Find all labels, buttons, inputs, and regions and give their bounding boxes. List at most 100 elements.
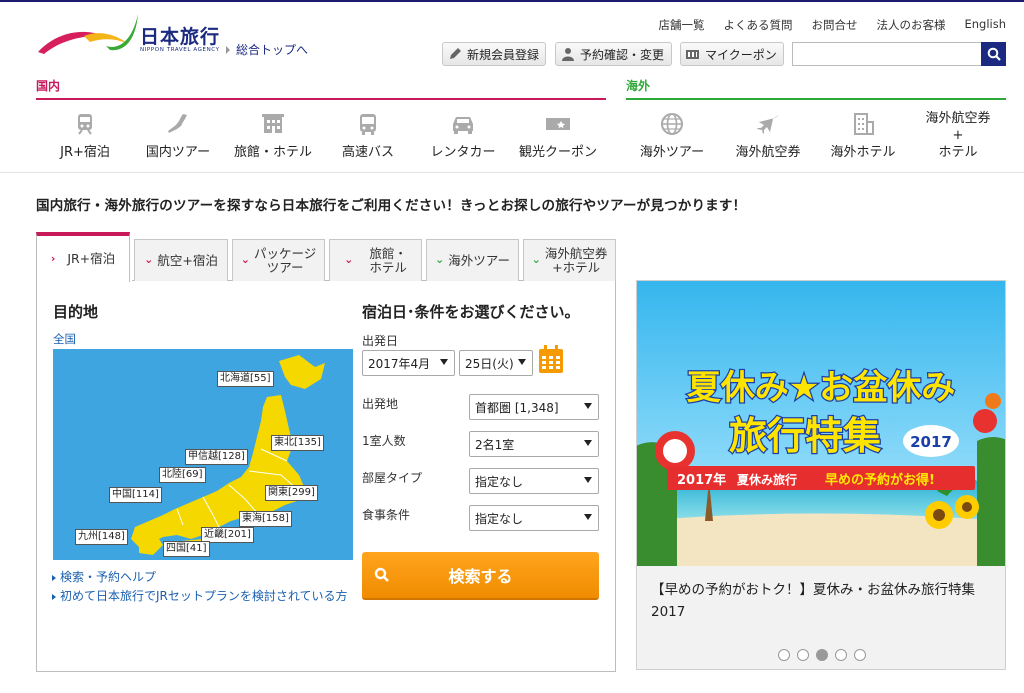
nav-air-hotel-line1: 海外航空券: [925, 111, 991, 126]
region-hokuriku[interactable]: 北陸[69]: [159, 467, 206, 483]
month-select[interactable]: 2017年4月: [362, 350, 455, 376]
month-select-value: 2017年4月: [368, 356, 431, 371]
intro-text: 国内旅行・海外旅行のツアーを探すなら日本旅行をご利用ください！きっとお探しの旅行…: [36, 198, 747, 214]
help-link-first-time[interactable]: 初めて日本旅行でJRセットプランを検討されている方: [52, 587, 348, 604]
tab-ryokan-hotel[interactable]: ⌄ 旅館・ ホテル: [329, 239, 422, 281]
dropdown-arrow-icon: [584, 477, 592, 483]
home-link[interactable]: 総合トップへ: [226, 41, 308, 58]
tab-overseas-air-hotel[interactable]: ⌄ 海外航空券 +ホテル: [523, 239, 616, 281]
triangle-right-icon: [52, 574, 56, 581]
promo-caption[interactable]: 【早めの予約がおトク！】夏休み・お盆休み旅行特集2017: [651, 579, 996, 623]
tab-package-tour-label: パッケージ ツアー: [254, 246, 316, 275]
room-type-select-value: 指定なし: [475, 474, 524, 489]
nav-domestic-tour-label: 国内ツアー: [145, 145, 211, 160]
register-button[interactable]: 新規会員登録: [442, 42, 546, 66]
origin-select[interactable]: 首都圏 [1,348]: [469, 394, 599, 420]
region-chugoku[interactable]: 中国[114]: [109, 487, 162, 503]
logo-subtitle: NIPPON TRAVEL AGENCY: [140, 47, 220, 53]
carousel-dots: [778, 649, 866, 661]
chevron-down-icon: ⌄: [144, 253, 154, 267]
ticket-icon: [546, 118, 570, 130]
people-label: 1室人数: [362, 434, 406, 448]
region-kyushu[interactable]: 九州[148]: [75, 529, 128, 545]
calendar-icon[interactable]: [538, 344, 564, 374]
my-coupon-button[interactable]: マイクーポン: [680, 42, 784, 66]
carousel-dot-3[interactable]: [816, 649, 828, 661]
meal-select[interactable]: 指定なし: [469, 505, 599, 531]
region-koshinetsu[interactable]: 甲信越[128]: [185, 449, 248, 465]
summer-banner-graphic: 2017年 夏休み旅行 早めの予約がお得! 夏休み★お盆休み 旅行特集 2017: [637, 281, 1005, 566]
nav-domestic-line: [36, 98, 606, 100]
banner-year-badge: 2017: [910, 433, 952, 451]
nav-rent-a-car-label: レンタカー: [430, 145, 496, 160]
destination-title: 目的地: [53, 303, 99, 321]
carousel-dot-2[interactable]: [797, 649, 809, 661]
util-link-faq[interactable]: よくある質問: [723, 17, 792, 33]
nav-domestic-tour[interactable]: 国内ツアー: [144, 112, 212, 160]
dropdown-arrow-icon: [518, 359, 526, 365]
search-submit-label: 検索する: [448, 567, 513, 586]
origin-label: 出発地: [362, 397, 399, 411]
logo-text: 日本旅行: [140, 26, 221, 48]
tab-ryokan-line2: ホテル: [369, 259, 407, 275]
car-icon: [453, 117, 473, 134]
site-search-input[interactable]: [792, 42, 982, 66]
day-select[interactable]: 25日(火): [459, 350, 533, 376]
carousel-dot-1[interactable]: [778, 649, 790, 661]
register-label: 新規会員登録: [467, 47, 540, 62]
room-type-label: 部屋タイプ: [362, 471, 423, 485]
region-tokai[interactable]: 東海[158]: [239, 511, 292, 527]
nav-ryokan-hotel[interactable]: 旅館・ホテル: [233, 112, 313, 160]
top-accent-bar: [0, 0, 1024, 2]
room-type-select[interactable]: 指定なし: [469, 468, 599, 494]
region-shikoku[interactable]: 四国[41]: [163, 541, 210, 557]
tab-overseas-tour[interactable]: ⌄ 海外ツアー: [426, 239, 519, 281]
help-link-search[interactable]: 検索・予約ヘルプ: [52, 568, 156, 585]
person-icon: [560, 47, 575, 62]
carousel-dot-4[interactable]: [835, 649, 847, 661]
nav-highway-bus[interactable]: 高速バス: [340, 112, 396, 160]
utility-links: 店舗一覧 よくある質問 お問合せ 法人のお客様 English: [639, 17, 1006, 33]
site-search-button[interactable]: [981, 42, 1006, 66]
nav-jr-hotel[interactable]: JR+宿泊: [56, 112, 114, 160]
ribbon-year-text: 2017年: [677, 472, 726, 488]
date-label: 出発日: [362, 334, 399, 348]
banner-title-line2: 旅行特集: [729, 414, 881, 458]
search-icon: [987, 47, 1001, 61]
util-link-contact[interactable]: お問合せ: [811, 17, 857, 33]
tab-overseas-tour-label: 海外ツアー: [448, 252, 510, 268]
help-link-search-label: 検索・予約ヘルプ: [60, 570, 157, 584]
japan-region-map[interactable]: 北海道[55] 東北[135] 甲信越[128] 北陸[69] 関東[299] …: [53, 349, 353, 560]
all-japan-link[interactable]: 全国: [53, 331, 76, 347]
carousel-dot-5[interactable]: [854, 649, 866, 661]
building-icon: [854, 113, 874, 135]
reservation-check-label: 予約確認・変更: [580, 47, 665, 62]
promo-banner-image[interactable]: 2017年 夏休み旅行 早めの予約がお得! 夏休み★お盆休み 旅行特集 2017: [637, 281, 1005, 566]
help-link-first-time-label: 初めて日本旅行でJRセットプランを検討されている方: [60, 589, 348, 603]
nav-sightseeing-coupon[interactable]: 観光クーポン: [516, 112, 600, 160]
day-select-value: 25日(火): [465, 356, 514, 371]
reservation-check-button[interactable]: 予約確認・変更: [555, 42, 672, 66]
tab-package-tour[interactable]: ⌄ パッケージ ツアー: [232, 239, 325, 281]
people-select[interactable]: 2名1室: [469, 431, 599, 457]
tab-air-hotel[interactable]: ⌄ 航空+宿泊: [134, 239, 228, 281]
ribbon-middle-text: 夏休み旅行: [737, 472, 797, 487]
nav-overseas-tour[interactable]: 海外ツアー: [638, 112, 706, 160]
util-link-english[interactable]: English: [964, 17, 1006, 33]
region-tohoku[interactable]: 東北[135]: [271, 435, 324, 451]
tab-overseas-air-hotel-label: 海外航空券 +ホテル: [545, 246, 608, 275]
dropdown-arrow-icon: [584, 440, 592, 446]
util-link-corporate[interactable]: 法人のお客様: [876, 17, 945, 33]
hotel-icon: [262, 114, 284, 133]
dropdown-arrow-icon: [584, 403, 592, 409]
region-hokkaido[interactable]: 北海道[55]: [217, 371, 274, 387]
nav-rent-a-car[interactable]: レンタカー: [429, 112, 497, 160]
nav-overseas-air[interactable]: 海外航空券: [734, 112, 802, 160]
search-submit-button[interactable]: 検索する: [362, 552, 599, 600]
nav-divider: [0, 172, 1024, 173]
tab-jr-hotel[interactable]: › JR+宿泊: [36, 232, 130, 282]
nav-overseas-air-hotel[interactable]: 海外航空券 + ホテル: [920, 110, 996, 161]
util-link-stores[interactable]: 店舗一覧: [658, 17, 704, 33]
nav-overseas-hotel[interactable]: 海外ホテル: [828, 112, 898, 160]
region-kanto[interactable]: 関東[299]: [265, 485, 318, 501]
